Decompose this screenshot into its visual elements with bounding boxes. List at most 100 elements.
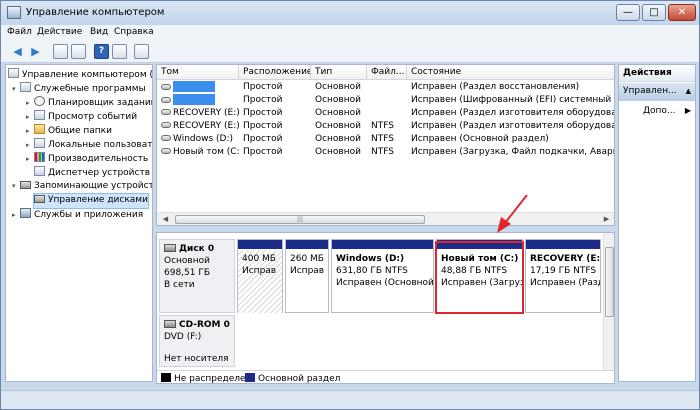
tree-item-task-scheduler[interactable]: ▸ Планировщик заданий [26, 96, 152, 110]
collapse-arrow-icon[interactable]: ▾ [12, 83, 20, 96]
storage-icon [20, 181, 31, 189]
tools-icon [20, 82, 31, 92]
scrollbar-thumb[interactable]: ||| [175, 215, 425, 224]
annotation-arrow [497, 194, 528, 233]
collapse-caret-icon[interactable]: ▲ [686, 87, 691, 95]
volume-icon [161, 135, 171, 141]
tree-item-disk-management[interactable]: Управление дисками [33, 193, 149, 209]
tree-item-computer-management[interactable]: Управление компьютером (л [8, 68, 152, 82]
performance-icon [34, 152, 45, 162]
console-icon[interactable] [134, 44, 149, 59]
clock-icon [34, 96, 45, 106]
actions-pane: Действия Управлен... ▲ Допо... ▶ [618, 64, 696, 382]
volume-icon [161, 148, 171, 154]
tree-item-performance[interactable]: ▸ Производительность [26, 152, 148, 166]
scrollbar-thumb[interactable] [605, 247, 614, 317]
shared-folder-icon [34, 124, 45, 134]
menu-bar: Файл Действие Вид Справка [1, 25, 699, 41]
volume-list: Том Расположение Тип Файл... Состояние П… [156, 64, 615, 226]
volume-name-highlight [173, 94, 215, 105]
legend-item-primary: Основной раздел [245, 373, 340, 383]
show-hide-tree-icon[interactable] [71, 44, 86, 59]
cdrom-0-media: Нет носителя [164, 354, 229, 364]
more-actions-link[interactable]: Допо... [643, 106, 676, 116]
cdrom-0-name: CD-ROM 0 [179, 320, 230, 330]
volume-icon [161, 97, 171, 103]
minimize-button[interactable]: — [616, 4, 640, 21]
cd-drive-icon [164, 320, 176, 328]
disk-0-label[interactable]: Диск 0 Основной 698,51 ГБ В сети [159, 239, 235, 313]
event-viewer-icon [34, 110, 45, 120]
table-row[interactable]: Простой Основной Исправен (Раздел восста… [157, 81, 614, 94]
expand-arrow-icon[interactable]: ▸ [26, 153, 34, 166]
up-folder-icon[interactable] [53, 44, 68, 59]
tree-item-services-applications[interactable]: ▸ Службы и приложения [12, 208, 143, 222]
actions-section-header[interactable]: Управлен... ▲ [619, 83, 695, 101]
column-header-status[interactable]: Состояние [407, 65, 614, 80]
partition-recovery-e[interactable]: RECOVERY (E:) 17,19 ГБ NTFS Исправен (Ра… [525, 239, 601, 313]
table-row[interactable]: Простой Основной Исправен (Шифрованный (… [157, 94, 614, 107]
partition-400mb[interactable]: 400 МБ Исправ [237, 239, 283, 313]
tree-item-shared-folders[interactable]: ▸ Общие папки [26, 124, 112, 138]
tree-item-device-manager[interactable]: Диспетчер устройств [26, 166, 150, 180]
computer-icon [8, 68, 19, 78]
tree-item-local-users[interactable]: ▸ Локальные пользовате [26, 138, 152, 152]
properties-icon[interactable] [112, 44, 127, 59]
table-row[interactable]: RECOVERY (E:) Простой Основной Исправен … [157, 107, 614, 120]
cdrom-0-drive: DVD (F:) [164, 332, 202, 342]
expand-arrow-icon[interactable]: ▸ [26, 139, 34, 152]
expand-arrow-icon[interactable]: ▸ [26, 97, 34, 110]
menu-view[interactable]: Вид [90, 27, 108, 37]
submenu-arrow-icon[interactable]: ▶ [685, 106, 691, 115]
legend-swatch-black [161, 373, 171, 382]
expand-arrow-icon[interactable]: ▸ [26, 125, 34, 138]
volume-name-highlight [173, 81, 215, 92]
volume-icon [161, 122, 171, 128]
collapse-arrow-icon[interactable]: ▾ [12, 180, 20, 193]
tree-item-storage[interactable]: ▾ Запоминающие устройст [12, 180, 152, 194]
partition-windows-d[interactable]: Windows (D:) 631,80 ГБ NTFS Исправен (Ос… [331, 239, 434, 313]
menu-help[interactable]: Справка [114, 27, 154, 37]
users-icon [34, 138, 45, 148]
table-row[interactable]: Windows (D:) Простой Основной NTFS Испра… [157, 133, 614, 146]
column-header-type[interactable]: Тип [311, 65, 367, 80]
volume-icon [161, 84, 171, 90]
status-bar [1, 390, 699, 409]
device-manager-icon [34, 166, 45, 176]
disk-0-size: 698,51 ГБ [164, 268, 211, 278]
table-row[interactable]: Новый том (C:) Простой Основной NTFS Исп… [157, 146, 614, 159]
navigation-tree: Управление компьютером (л ▾ Служебные про… [5, 64, 153, 382]
tree-item-event-viewer[interactable]: ▸ Просмотр событий [26, 110, 137, 124]
actions-title: Действия [619, 65, 695, 82]
hard-disk-icon [164, 244, 176, 252]
expand-arrow-icon[interactable]: ▸ [12, 209, 20, 222]
title-bar: Управление компьютером — □ ✕ [1, 1, 699, 25]
vertical-scrollbar[interactable] [603, 233, 614, 370]
table-row[interactable]: RECOVERY (E:) Простой Основной NTFS Испр… [157, 120, 614, 133]
scroll-right-icon[interactable]: ▶ [600, 213, 613, 225]
disk-graphical-view: Диск 0 Основной 698,51 ГБ В сети 400 МБ … [156, 232, 615, 384]
volume-icon [161, 109, 171, 115]
cdrom-0-label[interactable]: CD-ROM 0 DVD (F:) Нет носителя [159, 315, 235, 367]
column-header-layout[interactable]: Расположение [239, 65, 311, 80]
close-button[interactable]: ✕ [668, 4, 696, 21]
menu-file[interactable]: Файл [7, 27, 32, 37]
horizontal-scrollbar[interactable]: ◀ ||| ▶ [157, 212, 614, 225]
volume-list-header: Том Расположение Тип Файл... Состояние [157, 65, 614, 80]
toolbar: ◀ ▶ ? [1, 41, 699, 63]
expand-arrow-icon[interactable]: ▸ [26, 111, 34, 124]
partition-260mb[interactable]: 260 МБ Исправ [285, 239, 329, 313]
disk-0-name: Диск 0 [179, 244, 215, 254]
back-arrow-icon[interactable]: ◀ [10, 44, 25, 59]
legend-swatch-blue [245, 373, 255, 382]
maximize-button[interactable]: □ [642, 4, 666, 21]
annotation-highlight-box [435, 241, 524, 314]
scroll-left-icon[interactable]: ◀ [159, 213, 172, 225]
help-icon[interactable]: ? [94, 44, 109, 59]
menu-action[interactable]: Действие [37, 27, 82, 37]
forward-arrow-icon[interactable]: ▶ [28, 44, 43, 59]
tree-item-system-tools[interactable]: ▾ Служебные программы [12, 82, 146, 96]
column-header-filesystem[interactable]: Файл... [367, 65, 407, 80]
computer-management-icon [7, 6, 21, 19]
column-header-volume[interactable]: Том [157, 65, 239, 80]
